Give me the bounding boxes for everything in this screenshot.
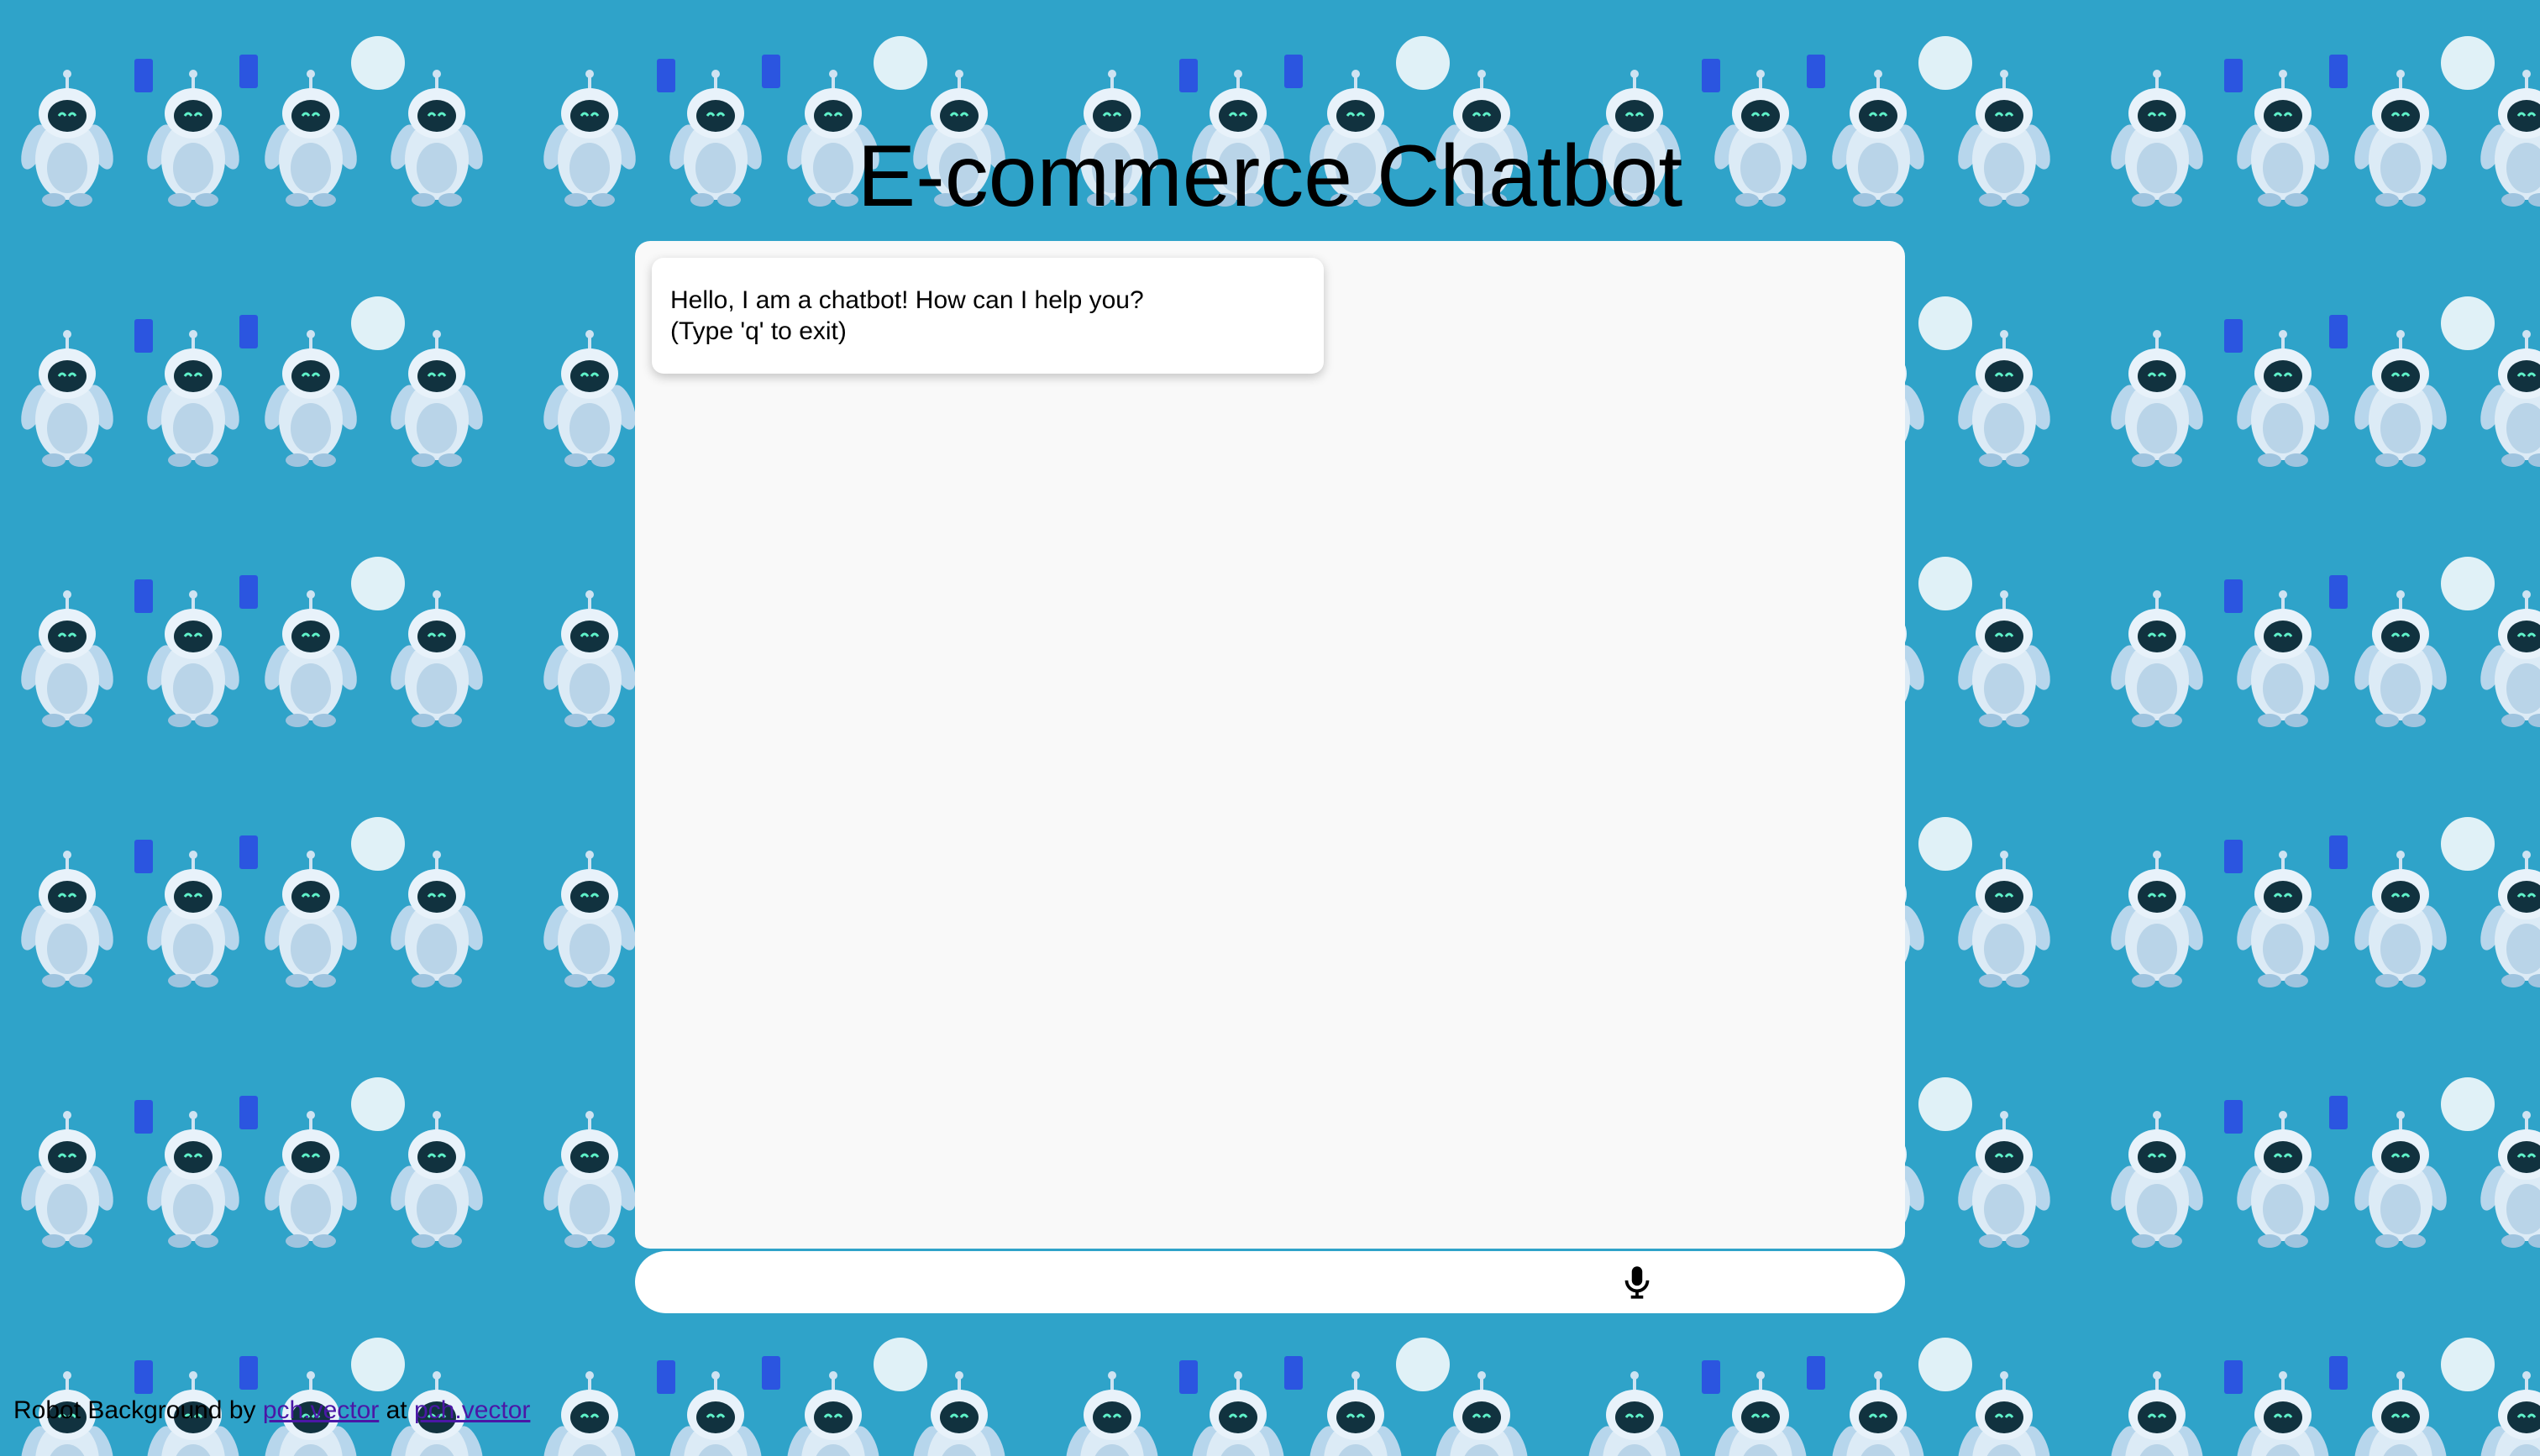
chat-input-bar (635, 1251, 1905, 1313)
credit-link-source[interactable]: pch.vector (414, 1396, 530, 1424)
bot-message: Hello, I am a chatbot! How can I help yo… (652, 258, 1324, 374)
bot-message-line: Hello, I am a chatbot! How can I help yo… (670, 286, 1144, 314)
chat-box[interactable]: Hello, I am a chatbot! How can I help yo… (635, 241, 1905, 1249)
page-title: E-commerce Chatbot (857, 128, 1683, 225)
credit-middle: at (386, 1396, 407, 1424)
microphone-button[interactable] (1616, 1261, 1658, 1303)
background-credit: Robot Background by pch.vector at pch.ve… (13, 1396, 530, 1426)
credit-prefix: Robot Background by (13, 1396, 256, 1424)
microphone-icon (1624, 1266, 1650, 1299)
credit-link-author[interactable]: pch.vector (263, 1396, 379, 1424)
bot-message-line: (Type 'q' to exit) (670, 317, 847, 345)
